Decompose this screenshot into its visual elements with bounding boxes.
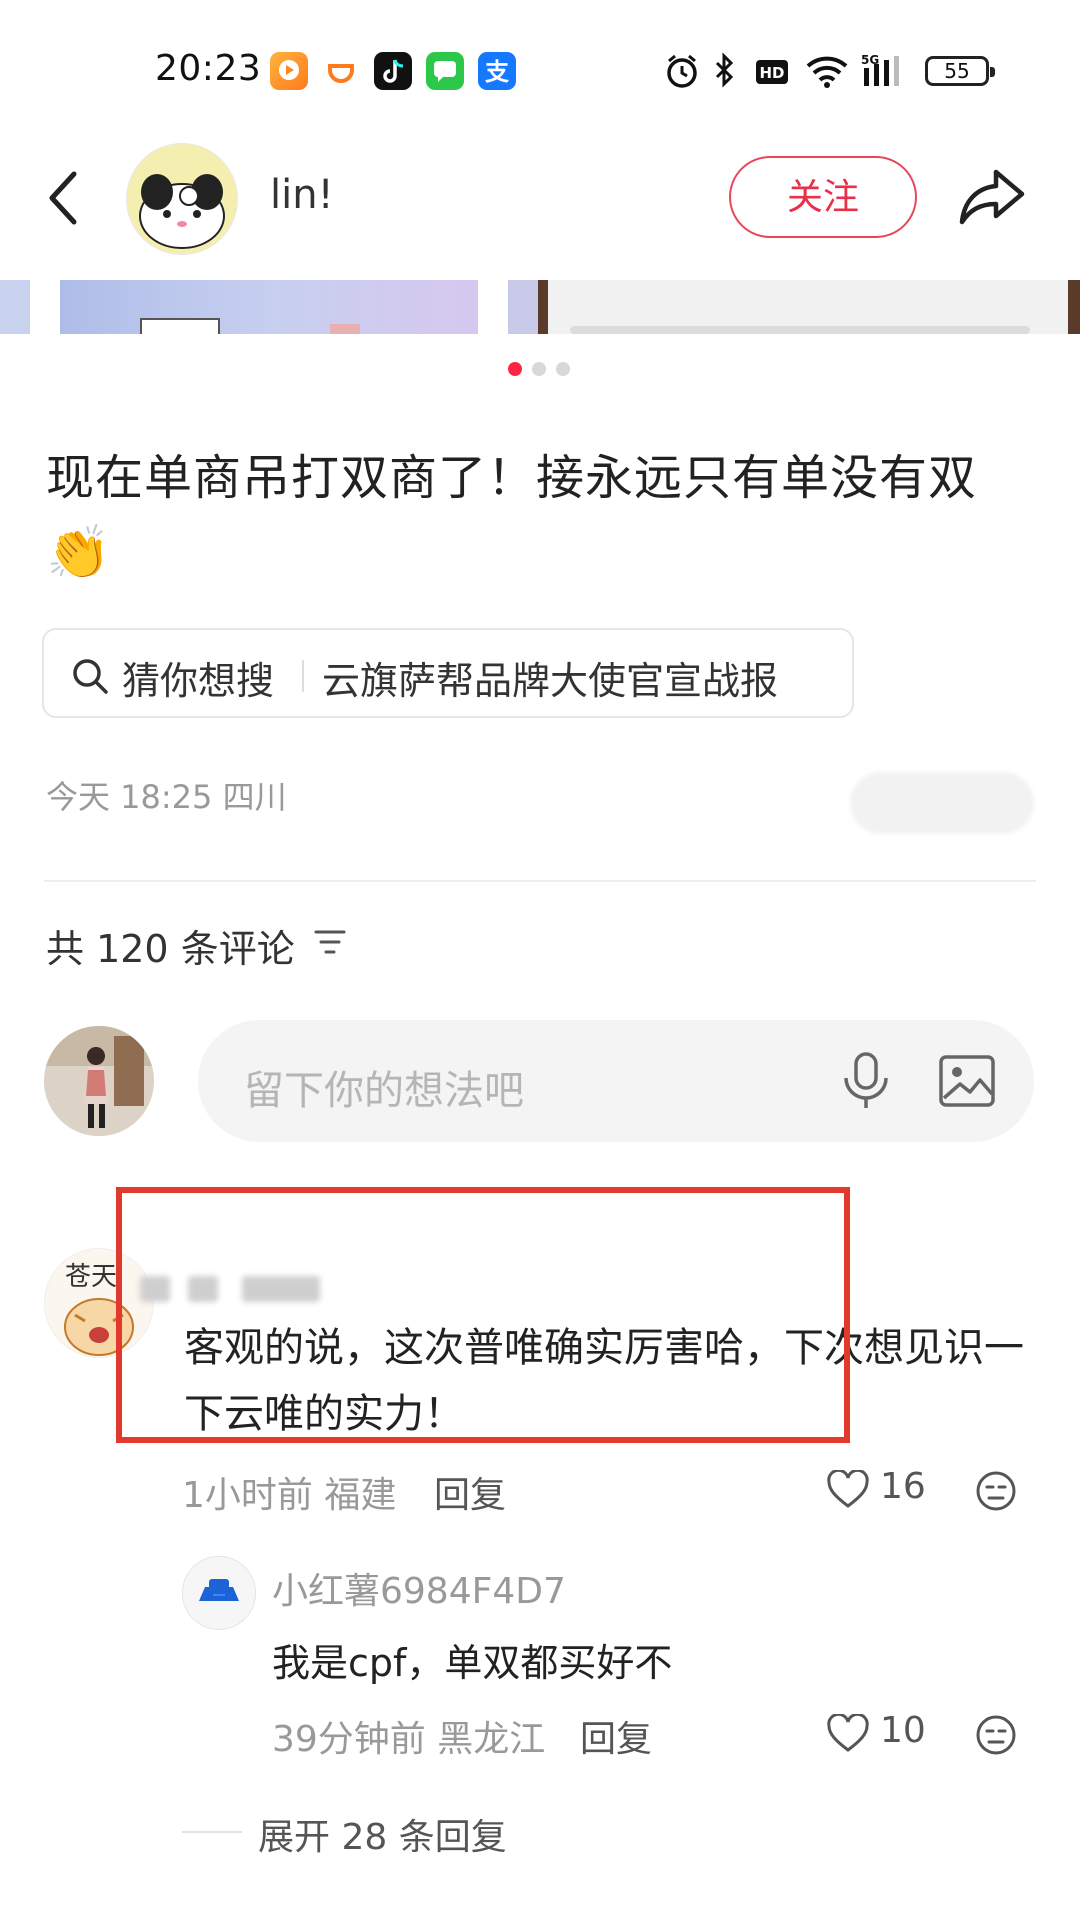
like-heart-icon[interactable]	[826, 1714, 870, 1754]
expand-line	[182, 1831, 242, 1833]
messages-icon	[426, 52, 464, 90]
comment-count: 共 120 条评论	[46, 927, 295, 971]
search-chip-label: 猜你想搜	[122, 659, 275, 703]
hd-icon: HD	[756, 60, 788, 84]
share-icon[interactable]	[956, 164, 1028, 228]
like-count: 16	[880, 1466, 926, 1507]
search-chip-text: 云旗萨帮品牌大使官宣战报	[322, 659, 779, 703]
svg-text:支: 支	[485, 58, 510, 86]
replier-avatar[interactable]	[182, 1556, 256, 1630]
back-arrow-icon[interactable]	[40, 168, 90, 228]
comment-input[interactable]: 留下你的想法吧	[198, 1020, 1034, 1142]
reply-text: 我是cpf，单双都买好不	[272, 1641, 673, 1685]
status-time: 20:23	[155, 48, 262, 89]
post-title: 现在单商吊打双商了！接永远只有单没有双	[46, 450, 978, 506]
image-icon[interactable]	[938, 1052, 996, 1110]
wifi-icon	[806, 56, 848, 88]
svg-text:苍天: 苍天	[65, 1262, 117, 1292]
tiktok-icon	[374, 52, 412, 90]
expand-replies-button[interactable]: 展开 28 条回复	[258, 1808, 507, 1860]
svg-text:HD: HD	[759, 64, 784, 82]
my-avatar	[44, 1026, 154, 1136]
status-bar: 20:23 支 HD 5G 55	[0, 0, 1080, 140]
reply-author[interactable]: 小红薯6984F4D7	[272, 1562, 566, 1614]
5g-signal-icon: 5G	[861, 53, 899, 86]
highlight-annotation-box	[116, 1187, 850, 1443]
bluetooth-icon	[715, 52, 734, 88]
search-icon	[73, 659, 108, 694]
carousel-dot	[556, 362, 570, 376]
comment-meta: 1小时前 福建	[182, 1475, 397, 1516]
like-heart-icon[interactable]	[826, 1470, 870, 1510]
author-avatar[interactable]	[126, 143, 238, 255]
divider	[44, 880, 1036, 882]
comment-input-placeholder: 留下你的想法吧	[244, 1068, 524, 1114]
sort-icon[interactable]	[312, 924, 348, 960]
related-search-chip[interactable]: 猜你想搜 云旗萨帮品牌大使官宣战报	[42, 628, 854, 718]
alipay-icon: 支	[478, 52, 516, 90]
emoji-reaction-icon[interactable]	[975, 1470, 1017, 1512]
microphone-icon[interactable]	[838, 1050, 894, 1112]
author-name[interactable]: lin!	[270, 172, 334, 218]
didi-icon	[322, 52, 360, 90]
video-app-icon	[270, 52, 308, 90]
battery-icon: 55	[925, 56, 995, 86]
blurred-pill	[850, 772, 1034, 834]
like-count: 10	[880, 1710, 926, 1751]
reply-meta: 39分钟前 黑龙江	[272, 1719, 546, 1760]
emoji-reaction-icon[interactable]	[975, 1714, 1017, 1756]
carousel-dot	[532, 362, 546, 376]
alarm-icon	[667, 54, 697, 88]
post-image-carousel[interactable]	[0, 280, 1080, 334]
reply-button[interactable]: 回复	[434, 1466, 506, 1518]
clapping-hands-emoji: 👏	[46, 523, 111, 583]
carousel-dot-active	[508, 362, 522, 376]
post-meta: 今天 18:25 四川	[46, 778, 287, 816]
chip-divider	[302, 660, 304, 692]
follow-button[interactable]: 关注	[729, 156, 917, 238]
reply-button[interactable]: 回复	[580, 1710, 652, 1762]
